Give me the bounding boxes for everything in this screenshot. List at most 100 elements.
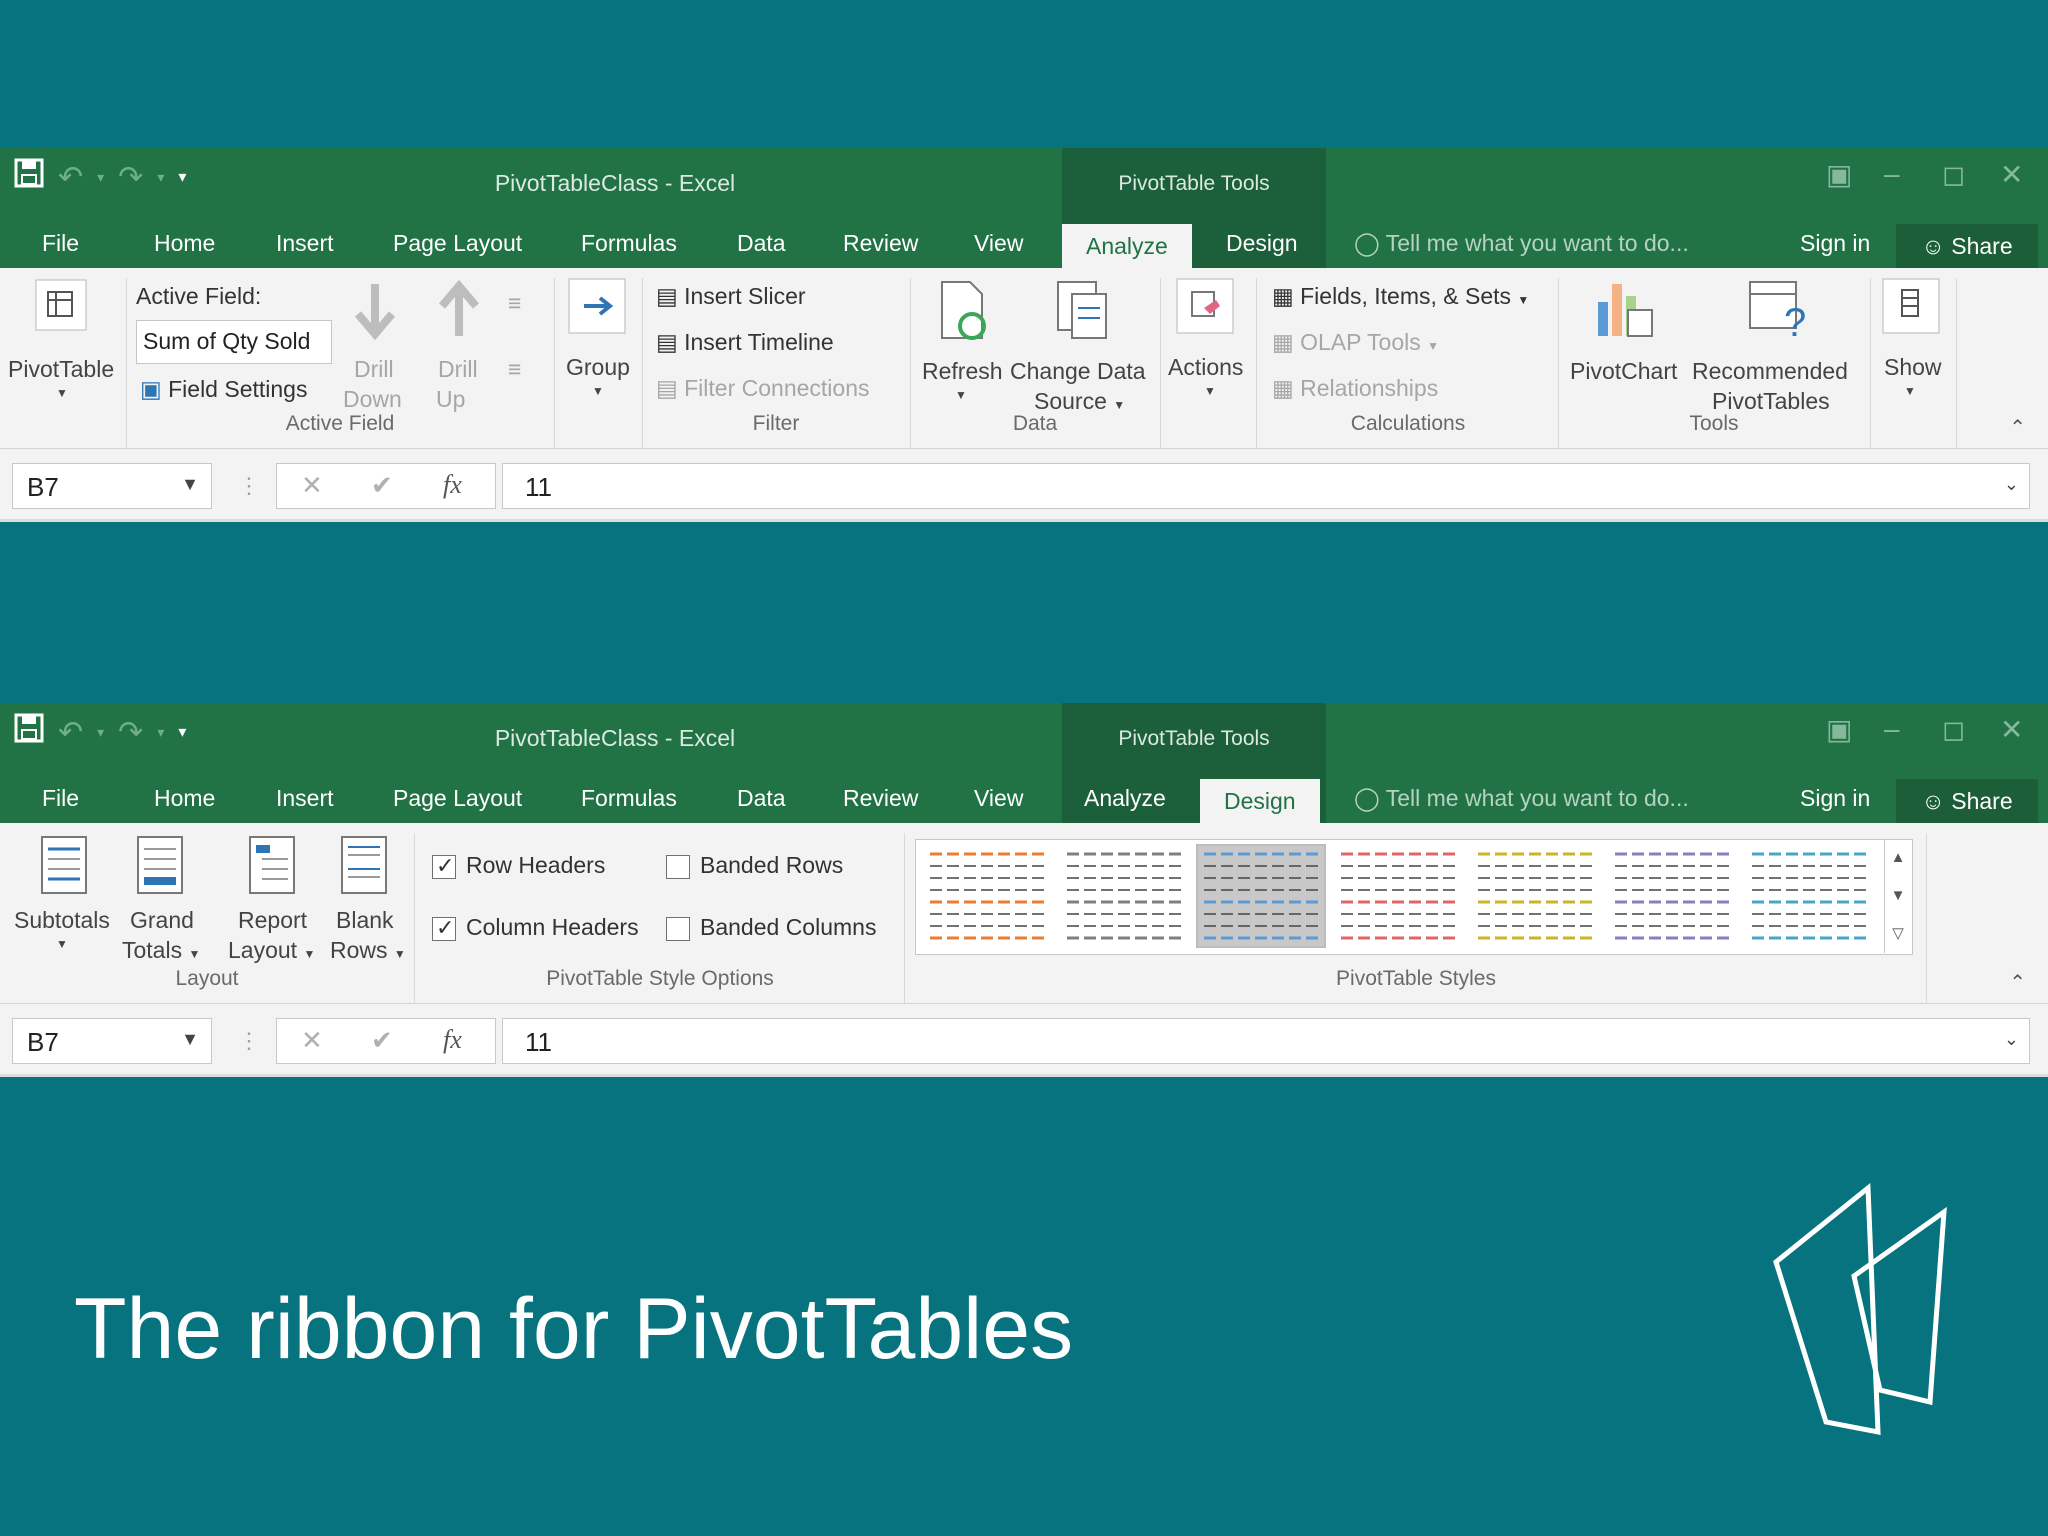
pivot-style-swatch[interactable] [1746, 846, 1872, 946]
pivottable-button[interactable]: PivotTable [8, 356, 114, 383]
name-box-dropdown-icon[interactable]: ▼ [181, 474, 199, 495]
tab-review[interactable]: Review [843, 785, 918, 812]
grand-totals-label-1[interactable]: Grand [130, 907, 194, 934]
expand-formula-bar-icon[interactable]: ⌄ [2004, 474, 2019, 495]
insert-slicer-button[interactable]: ▤ Insert Slicer [656, 283, 806, 310]
olap-tools-button[interactable]: ▦ OLAP Tools ▼ [1272, 329, 1439, 356]
tab-insert[interactable]: Insert [276, 230, 334, 257]
gallery-more-icon[interactable]: ▽ [1885, 915, 1911, 953]
cancel-icon[interactable]: ✕ [301, 1025, 323, 1056]
grand-totals-button[interactable]: Totals ▼ [122, 937, 200, 964]
actions-icon[interactable] [1176, 278, 1234, 339]
pivot-style-swatch[interactable] [1335, 846, 1461, 946]
subtotals-dropdown-icon[interactable]: ▼ [56, 937, 68, 951]
tab-formulas[interactable]: Formulas [581, 785, 677, 812]
change-data-source-label-1[interactable]: Change Data [1010, 358, 1146, 385]
refresh-button[interactable]: Refresh [922, 358, 1003, 385]
minimize-icon[interactable]: – [1884, 713, 1900, 745]
tab-home[interactable]: Home [154, 230, 215, 257]
maximize-icon[interactable]: ◻ [1942, 158, 1965, 191]
blank-rows-button[interactable]: Rows ▼ [330, 937, 406, 964]
cancel-icon[interactable]: ✕ [301, 470, 323, 501]
pivot-style-swatch[interactable] [1609, 846, 1735, 946]
close-icon[interactable]: ✕ [2000, 158, 2023, 191]
fields-items-sets-button[interactable]: ▦ Fields, Items, & Sets ▼ [1272, 283, 1529, 310]
name-box[interactable]: B7 ▼ [12, 463, 212, 509]
ribbon-display-options-icon[interactable]: ▣ [1826, 158, 1852, 191]
show-button[interactable]: Show [1884, 354, 1942, 381]
report-layout-icon[interactable] [248, 835, 296, 900]
tab-analyze[interactable]: Analyze [1084, 785, 1166, 812]
tell-me-search[interactable]: ◯ Tell me what you want to do... [1354, 785, 1689, 812]
expand-formula-bar-icon[interactable]: ⌄ [2004, 1029, 2019, 1050]
filter-connections-button[interactable]: ▤ Filter Connections [656, 375, 869, 402]
collapse-ribbon-icon[interactable]: ⌃ [2009, 415, 2026, 440]
gallery-down-icon[interactable]: ▼ [1885, 877, 1911, 915]
close-icon[interactable]: ✕ [2000, 713, 2023, 746]
subtotals-icon[interactable] [40, 835, 88, 900]
group-button[interactable]: Group [566, 354, 630, 381]
grand-totals-icon[interactable] [136, 835, 184, 900]
tell-me-search[interactable]: ◯ Tell me what you want to do... [1354, 230, 1689, 257]
active-field-input[interactable]: Sum of Qty Sold [136, 320, 332, 364]
group-dropdown-icon[interactable]: ▼ [592, 384, 604, 398]
collapse-field-icon[interactable]: ≡ [508, 356, 521, 383]
formula-bar-grip-icon[interactable]: ⋮ [238, 473, 260, 499]
tab-page-layout[interactable]: Page Layout [393, 230, 522, 257]
pivot-style-swatch[interactable] [1472, 846, 1598, 946]
actions-dropdown-icon[interactable]: ▼ [1204, 384, 1216, 398]
show-icon[interactable] [1882, 278, 1940, 339]
share-button[interactable]: ☺ Share [1896, 779, 2038, 823]
tab-file[interactable]: File [42, 785, 79, 812]
insert-function-icon[interactable]: fx [443, 470, 462, 500]
minimize-icon[interactable]: – [1884, 158, 1900, 190]
pivottable-dropdown-icon[interactable]: ▼ [56, 386, 68, 400]
enter-icon[interactable]: ✔ [371, 1025, 393, 1056]
recommended-pivottables-label-1[interactable]: Recommended [1692, 358, 1848, 385]
insert-function-icon[interactable]: fx [443, 1025, 462, 1055]
maximize-icon[interactable]: ◻ [1942, 713, 1965, 746]
expand-field-icon[interactable]: ≡ [508, 290, 521, 317]
tab-data[interactable]: Data [737, 230, 786, 257]
blank-rows-label-1[interactable]: Blank [336, 907, 394, 934]
group-icon[interactable] [568, 278, 626, 339]
tab-formulas[interactable]: Formulas [581, 230, 677, 257]
tab-page-layout[interactable]: Page Layout [393, 785, 522, 812]
enter-icon[interactable]: ✔ [371, 470, 393, 501]
subtotals-button[interactable]: Subtotals [14, 907, 110, 934]
gallery-up-icon[interactable]: ▲ [1885, 839, 1911, 877]
tab-design[interactable]: Design [1226, 230, 1298, 257]
ribbon-display-options-icon[interactable]: ▣ [1826, 713, 1852, 746]
change-data-source-button[interactable]: Source ▼ [1034, 388, 1125, 415]
show-dropdown-icon[interactable]: ▼ [1904, 384, 1916, 398]
tab-data[interactable]: Data [737, 785, 786, 812]
field-settings-button[interactable]: ▣ Field Settings [140, 376, 307, 403]
name-box[interactable]: B7 ▼ [12, 1018, 212, 1064]
name-box-dropdown-icon[interactable]: ▼ [181, 1029, 199, 1050]
drill-up-icon[interactable] [436, 279, 482, 345]
refresh-icon[interactable] [938, 280, 988, 347]
pivotchart-button[interactable]: PivotChart [1570, 358, 1677, 385]
actions-button[interactable]: Actions [1168, 354, 1243, 381]
pivottable-icon[interactable] [34, 278, 88, 337]
tab-review[interactable]: Review [843, 230, 918, 257]
sign-in-link[interactable]: Sign in [1800, 785, 1870, 812]
formula-input[interactable]: 11 ⌄ [502, 1018, 2030, 1064]
collapse-ribbon-icon[interactable]: ⌃ [2009, 970, 2026, 995]
pivot-style-swatch[interactable] [1196, 844, 1326, 948]
formula-bar-grip-icon[interactable]: ⋮ [238, 1028, 260, 1054]
banded-columns-checkbox[interactable] [666, 917, 690, 941]
tab-insert[interactable]: Insert [276, 785, 334, 812]
tab-home[interactable]: Home [154, 785, 215, 812]
recommended-pivottables-icon[interactable]: ? [1746, 278, 1808, 345]
refresh-dropdown-icon[interactable]: ▼ [955, 388, 967, 402]
change-data-source-icon[interactable] [1054, 280, 1110, 347]
row-headers-checkbox[interactable] [432, 853, 456, 879]
sign-in-link[interactable]: Sign in [1800, 230, 1870, 257]
tab-design[interactable]: Design [1200, 779, 1320, 823]
pivotchart-icon[interactable] [1594, 278, 1656, 345]
blank-rows-icon[interactable] [340, 835, 388, 900]
tab-view[interactable]: View [974, 785, 1023, 812]
recommended-pivottables-label-2[interactable]: PivotTables [1712, 388, 1830, 415]
tab-view[interactable]: View [974, 230, 1023, 257]
